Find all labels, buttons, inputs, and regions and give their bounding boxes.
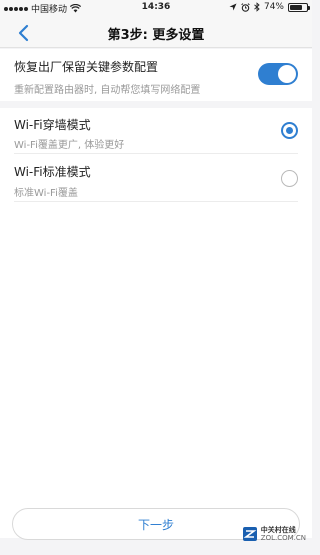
status-bar: 中国移动 14:36 74% [0,0,312,16]
watermark: 中关村在线 ZOL.COM.CN [242,526,306,542]
mode-title: Wi-Fi标准模式 [14,165,91,179]
zol-logo-icon [242,527,257,541]
mode-subtitle: 标准Wi-Fi覆盖 [14,188,78,199]
restore-setting-toggle[interactable] [258,63,298,85]
radio-button[interactable] [281,122,298,139]
divider [14,201,298,202]
mode-title: Wi-Fi穿墙模式 [14,118,91,132]
toggle-knob [278,65,296,83]
mode-subtitle: Wi-Fi覆盖更广, 体验更好 [14,140,125,151]
watermark-domain: ZOL.COM.CN [260,534,306,542]
battery-fill [290,4,302,10]
divider [14,153,298,154]
watermark-name: 中关村在线 [260,526,296,534]
restore-setting-title: 恢复出厂保留关键参数配置 [14,60,159,74]
bluetooth-icon [254,2,260,12]
restore-setting-card: 恢复出厂保留关键参数配置 重新配置路由器时, 自动帮您填写网络配置 [0,49,312,101]
nav-bar: 第3步: 更多设置 [0,16,312,48]
status-right: 74% [229,2,310,12]
watermark-text: 中关村在线 ZOL.COM.CN [261,526,306,542]
alarm-icon [241,2,250,12]
battery-icon [288,2,310,12]
mode-option-standard[interactable]: Wi-Fi标准模式 标准Wi-Fi覆盖 [0,156,312,202]
battery-percent: 74% [263,2,284,12]
mode-option-wall-penetration[interactable]: Wi-Fi穿墙模式 Wi-Fi覆盖更广, 体验更好 [0,108,312,154]
radio-button[interactable] [281,170,298,187]
location-icon [229,3,237,11]
restore-setting-subtitle: 重新配置路由器时, 自动帮您填写网络配置 [14,85,201,96]
mode-list: Wi-Fi穿墙模式 Wi-Fi覆盖更广, 体验更好 Wi-Fi标准模式 标准Wi… [0,108,312,538]
page-title: 第3步: 更多设置 [107,28,205,43]
